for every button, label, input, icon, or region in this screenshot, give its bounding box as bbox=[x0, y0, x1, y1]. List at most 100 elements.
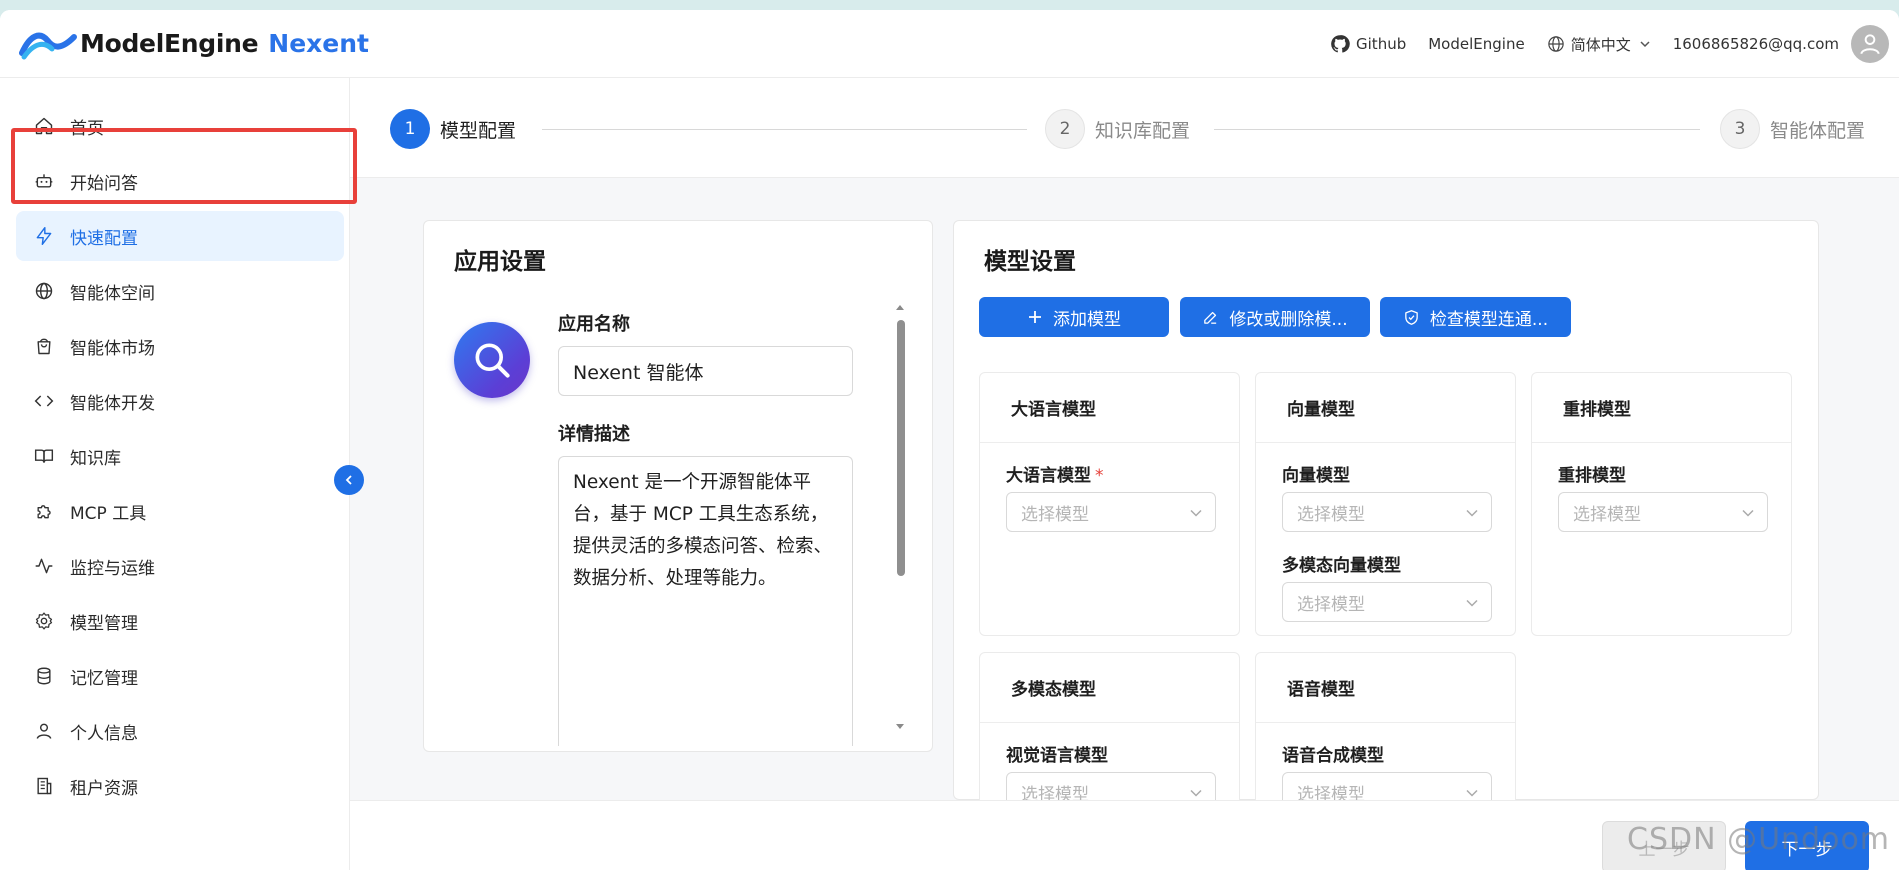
step-label: 智能体配置 bbox=[1770, 119, 1866, 142]
robot-icon bbox=[35, 174, 53, 188]
sidebar-item-chat[interactable]: 开始问答 bbox=[16, 156, 344, 206]
app-icon[interactable] bbox=[454, 322, 530, 398]
user-avatar-icon bbox=[1860, 34, 1880, 55]
sidebar-item-model-management[interactable]: 模型管理 bbox=[16, 596, 344, 646]
logo-text: ModelEngine bbox=[80, 29, 259, 58]
sidebar-item-label: 智能体空间 bbox=[70, 283, 155, 304]
multimodal-embedding-model-select[interactable]: 选择模型 bbox=[1282, 582, 1492, 622]
sidebar-item-label: 监控与运维 bbox=[70, 558, 155, 579]
app-name-label: 应用名称 bbox=[558, 314, 630, 335]
app-settings-title: 应用设置 bbox=[454, 249, 546, 275]
sidebar-item-label: 个人信息 bbox=[70, 723, 138, 744]
setup-steps: 1 模型配置 2 知识库配置 3 智能体配置 bbox=[350, 78, 1899, 178]
book-icon bbox=[34, 449, 54, 463]
step-number: 2 bbox=[1045, 109, 1085, 149]
app-description-textarea[interactable]: Nexent 是一个开源智能体平台，基于 MCP 工具生态系统，提供灵活的多模态… bbox=[558, 456, 853, 746]
sidebar-item-label: 开始问答 bbox=[70, 173, 138, 194]
user-icon bbox=[36, 723, 52, 739]
step-agent-config[interactable]: 3 智能体配置 bbox=[1720, 109, 1865, 149]
sidebar-item-label: MCP 工具 bbox=[70, 503, 147, 524]
sidebar-item-label: 知识库 bbox=[70, 448, 121, 469]
sidebar-item-label: 快速配置 bbox=[70, 228, 138, 249]
sidebar-item-label: 租户资源 bbox=[70, 778, 138, 799]
voice-model-card: 语音模型 语音合成模型 选择模型 bbox=[1255, 652, 1516, 812]
logo-accent-text: Nexent bbox=[268, 29, 369, 58]
step-number: 1 bbox=[390, 109, 430, 149]
language-selector[interactable]: 简体中文 bbox=[1547, 34, 1651, 55]
sidebar-item-memory[interactable]: 记忆管理 bbox=[16, 651, 344, 701]
multimodal-embedding-field-label: 多模态向量模型 bbox=[1282, 556, 1401, 576]
edit-delete-model-button[interactable]: 修改或删除模... bbox=[1180, 297, 1370, 337]
chevron-down-icon bbox=[1190, 509, 1202, 517]
edit-icon bbox=[1204, 311, 1217, 324]
modelengine-link[interactable]: ModelEngine bbox=[1428, 35, 1524, 53]
rerank-field-label: 重排模型 bbox=[1558, 466, 1626, 486]
vision-language-field-label: 视觉语言模型 bbox=[1006, 746, 1108, 766]
modelengine-label: ModelEngine bbox=[1428, 35, 1525, 53]
tts-field-label: 语音合成模型 bbox=[1282, 746, 1384, 766]
shopping-bag-icon bbox=[37, 338, 51, 355]
user-email: 1606865826@qq.com bbox=[1672, 35, 1839, 53]
github-label: Github bbox=[1356, 35, 1407, 53]
sidebar-item-mcp-tools[interactable]: MCP 工具 bbox=[16, 486, 344, 536]
sidebar-item-monitoring[interactable]: 监控与运维 bbox=[16, 541, 344, 591]
database-icon bbox=[37, 667, 51, 685]
top-header: ModelEngine Nexent Github ModelEngine 简体… bbox=[0, 10, 1899, 78]
gear-icon bbox=[35, 612, 53, 630]
select-placeholder: 选择模型 bbox=[1573, 504, 1641, 525]
select-placeholder: 选择模型 bbox=[1297, 504, 1365, 525]
app-name-input[interactable] bbox=[558, 346, 853, 396]
previous-step-button[interactable]: 上一步 bbox=[1602, 821, 1726, 870]
next-step-button[interactable]: 下一步 bbox=[1745, 821, 1869, 870]
multimodal-model-card: 多模态模型 视觉语言模型 选择模型 bbox=[979, 652, 1240, 812]
activity-icon bbox=[35, 558, 53, 574]
llm-model-select[interactable]: 选择模型 bbox=[1006, 492, 1216, 532]
language-label: 简体中文 bbox=[1570, 35, 1631, 54]
home-icon bbox=[35, 117, 53, 135]
code-icon bbox=[34, 395, 54, 407]
github-link[interactable]: Github bbox=[1330, 34, 1406, 54]
step-label: 知识库配置 bbox=[1095, 119, 1191, 142]
sidebar: 首页 开始问答 快速配置 智能体空间 智能体市场 智能体开发 知识库 MCP 工… bbox=[0, 78, 350, 870]
logo-icon bbox=[19, 32, 77, 59]
embedding-model-card: 向量模型 向量模型 选择模型 多模态向量模型 选择模型 bbox=[1255, 372, 1516, 636]
chevron-left-icon bbox=[345, 475, 352, 485]
chevron-down-icon bbox=[1190, 789, 1202, 797]
sidebar-item-home[interactable]: 首页 bbox=[16, 101, 344, 151]
sidebar-item-agent-dev[interactable]: 智能体开发 bbox=[16, 376, 344, 426]
voice-card-title: 语音模型 bbox=[1256, 653, 1515, 723]
sidebar-item-profile[interactable]: 个人信息 bbox=[16, 706, 344, 756]
llm-field-text: 大语言模型 bbox=[1006, 466, 1091, 486]
sidebar-item-knowledge[interactable]: 知识库 bbox=[16, 431, 344, 481]
step-knowledge-config[interactable]: 2 知识库配置 bbox=[1045, 109, 1190, 149]
embedding-model-select[interactable]: 选择模型 bbox=[1282, 492, 1492, 532]
puzzle-icon bbox=[37, 505, 51, 519]
required-mark: * bbox=[1095, 466, 1104, 486]
avatar[interactable] bbox=[1851, 25, 1889, 63]
sidebar-item-agent-space[interactable]: 智能体空间 bbox=[16, 266, 344, 316]
sidebar-item-label: 智能体开发 bbox=[70, 393, 155, 414]
sidebar-item-tenant-resources[interactable]: 租户资源 bbox=[16, 761, 344, 811]
check-model-connectivity-button[interactable]: 检查模型连通... bbox=[1380, 297, 1571, 337]
rerank-model-select[interactable]: 选择模型 bbox=[1558, 492, 1768, 532]
embedding-card-title: 向量模型 bbox=[1256, 373, 1515, 443]
scrollbar-thumb[interactable] bbox=[897, 320, 905, 576]
chevron-down-icon bbox=[1742, 509, 1754, 517]
step-model-config[interactable]: 1 模型配置 bbox=[390, 109, 516, 149]
building-icon bbox=[37, 777, 52, 795]
chevron-down-icon bbox=[1466, 509, 1478, 517]
user-account[interactable]: 1606865826@qq.com bbox=[1673, 35, 1839, 53]
sidebar-collapse-button[interactable] bbox=[334, 465, 364, 495]
logo[interactable]: ModelEngine Nexent bbox=[18, 27, 369, 61]
chevron-down-icon bbox=[1466, 599, 1478, 607]
sidebar-item-quick-setup[interactable]: 快速配置 bbox=[16, 211, 344, 261]
llm-field-label: 大语言模型 * bbox=[1006, 461, 1104, 486]
llm-model-card: 大语言模型 大语言模型 * 选择模型 bbox=[979, 372, 1240, 636]
add-model-label: 添加模型 bbox=[1053, 309, 1121, 330]
globe-icon bbox=[35, 282, 53, 300]
sidebar-item-agent-market[interactable]: 智能体市场 bbox=[16, 321, 344, 371]
rerank-model-card: 重排模型 重排模型 选择模型 bbox=[1531, 372, 1792, 636]
add-model-button[interactable]: 添加模型 bbox=[979, 297, 1169, 337]
sidebar-item-label: 模型管理 bbox=[70, 613, 138, 634]
model-settings-title: 模型设置 bbox=[984, 249, 1076, 275]
